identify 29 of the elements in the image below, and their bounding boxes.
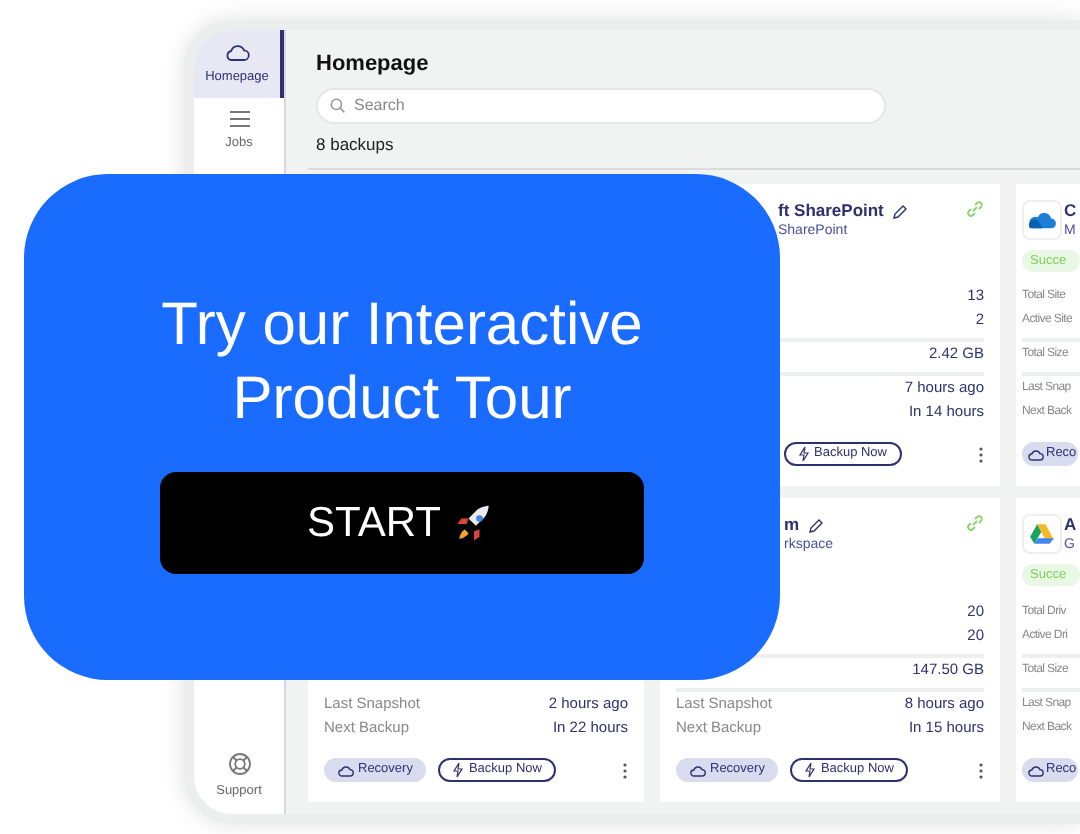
- kebab-icon[interactable]: [978, 445, 984, 463]
- cloud-icon: [1028, 763, 1044, 777]
- link-icon: [966, 200, 984, 218]
- card-title: C: [1064, 200, 1077, 222]
- life-ring-icon: [227, 752, 251, 777]
- link-icon: [966, 514, 984, 532]
- page-title: Homepage: [314, 50, 431, 78]
- promo-title: Try our Interactive Product Tour: [159, 290, 645, 436]
- card-title: ft SharePoint: [778, 200, 884, 222]
- kebab-icon[interactable]: [622, 761, 628, 779]
- search-field[interactable]: Search: [316, 88, 886, 124]
- list-icon: [227, 109, 251, 128]
- start-button[interactable]: START: [160, 472, 644, 574]
- cloud-icon: [224, 42, 250, 62]
- pencil-icon: [891, 203, 908, 219]
- service-logo-icon: [1022, 200, 1062, 240]
- kebab-icon[interactable]: [978, 761, 984, 779]
- cloud-icon: [1028, 447, 1044, 461]
- lightning-icon: [452, 762, 465, 778]
- backup-count: 8 backups: [314, 132, 396, 156]
- card-title: m: [784, 514, 800, 536]
- card-title: A: [1064, 514, 1077, 536]
- lightning-icon: [804, 762, 817, 778]
- search-icon: [330, 98, 346, 114]
- cloud-icon: [690, 763, 706, 777]
- pencil-icon: [807, 517, 824, 533]
- service-logo-icon: [1022, 514, 1062, 554]
- cloud-icon: [338, 763, 354, 777]
- lightning-icon: [798, 446, 810, 462]
